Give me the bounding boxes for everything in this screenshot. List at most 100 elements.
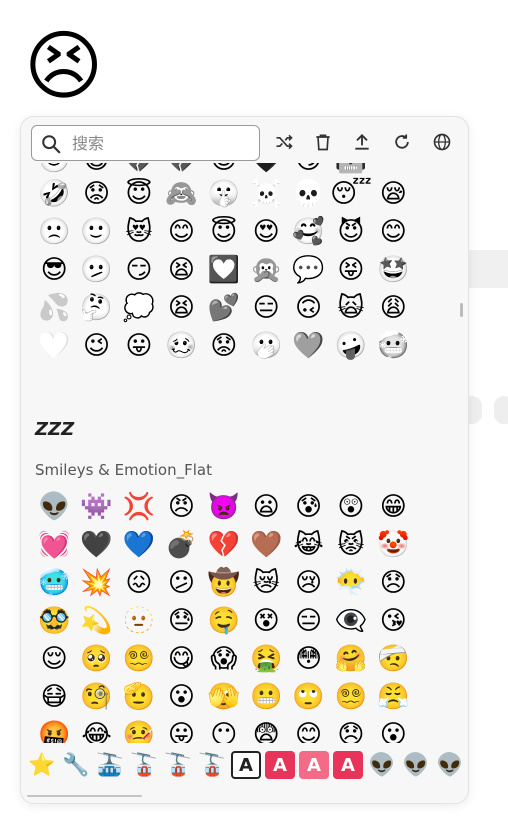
category-tab[interactable]: 🔧 — [59, 748, 93, 782]
emoji-cell[interactable]: 👽 — [33, 488, 75, 526]
emoji-cell[interactable]: 🙈 — [160, 175, 202, 213]
category-scrollbar[interactable] — [27, 795, 142, 797]
emoji-cell[interactable]: 😻 — [118, 213, 160, 251]
emoji-cell[interactable]: 😳 — [287, 640, 329, 678]
emoji-cell[interactable]: 😵‍💫 — [330, 678, 372, 716]
emoji-cell[interactable]: 🙀 — [330, 289, 372, 327]
emoji-cell[interactable]: 🙁 — [33, 213, 75, 251]
emoji-cell[interactable]: 🫣 — [203, 678, 245, 716]
emoji-cell[interactable]: 🫡 — [118, 678, 160, 716]
emoji-cell[interactable]: 😱 — [203, 640, 245, 678]
category-tab[interactable]: A — [333, 751, 363, 779]
category-tab[interactable]: 🚡 — [127, 748, 161, 782]
emoji-cell[interactable]: 👁️‍🗨️ — [330, 602, 372, 640]
emoji-cell[interactable]: 🤗 — [330, 640, 372, 678]
emoji-scroll-area[interactable]: 🙂😺💔💔😊🖤😏🤖 🤣😟😇🙈🤫☠️💀😴😪🙁🙂😻😊😇😍🥰😈😊😎🫤😏😫💟🙊💬😝🤩💦🤔💭… — [21, 163, 468, 743]
emoji-cell[interactable]: 🫤 — [75, 251, 117, 289]
emoji-cell[interactable]: 😮 — [372, 716, 414, 743]
emoji-cell[interactable]: 😷 — [33, 678, 75, 716]
emoji-cell[interactable]: 🩶 — [287, 327, 329, 365]
emoji-cell[interactable]: 😎 — [33, 251, 75, 289]
emoji-cell[interactable]: 💓 — [33, 526, 75, 564]
emoji-cell[interactable]: 🫥 — [118, 602, 160, 640]
emoji-cell[interactable]: 😕 — [160, 564, 202, 602]
emoji-zzz[interactable]: ZZZ — [35, 419, 74, 440]
emoji-cell[interactable]: 🤮 — [245, 640, 287, 678]
emoji-cell[interactable]: 😘 — [372, 602, 414, 640]
emoji-cell[interactable]: 💀 — [287, 175, 329, 213]
emoji-cell[interactable]: 😖 — [118, 564, 160, 602]
emoji-cell[interactable]: 😫 — [160, 289, 202, 327]
emoji-cell[interactable]: 😠 — [160, 488, 202, 526]
emoji-cell[interactable]: 🤪 — [330, 327, 372, 365]
emoji-cell[interactable]: 😴 — [330, 175, 372, 213]
emoji-cell[interactable]: 🤍 — [33, 327, 75, 365]
search-box[interactable] — [31, 125, 260, 161]
emoji-cell[interactable]: 💣 — [160, 526, 202, 564]
emoji-cell[interactable]: 🥸 — [33, 602, 75, 640]
emoji-cell[interactable]: 😏 — [118, 251, 160, 289]
search-input[interactable] — [72, 130, 252, 156]
emoji-cell[interactable]: 😈 — [330, 213, 372, 251]
emoji-cell[interactable]: 😶 — [203, 716, 245, 743]
category-tab[interactable]: 👽 — [399, 748, 433, 782]
emoji-cell[interactable]: 💢 — [118, 488, 160, 526]
emoji-cell[interactable]: 😊 — [372, 213, 414, 251]
emoji-cell[interactable]: 💦 — [33, 289, 75, 327]
emoji-cell[interactable]: 😶‍🌫️ — [330, 564, 372, 602]
emoji-cell[interactable]: 🤕 — [372, 640, 414, 678]
emoji-cell[interactable]: 🤣 — [33, 175, 75, 213]
emoji-cell[interactable]: 😛 — [160, 716, 202, 743]
emoji-cell[interactable]: 🫢 — [245, 327, 287, 365]
emoji-cell[interactable]: 😇 — [203, 213, 245, 251]
emoji-cell[interactable]: 😾 — [330, 526, 372, 564]
emoji-cell[interactable]: 🤬 — [33, 716, 75, 743]
emoji-cell[interactable]: 😍 — [245, 213, 287, 251]
emoji-cell[interactable]: 😤 — [372, 678, 414, 716]
emoji-cell[interactable]: 😇 — [118, 175, 160, 213]
emoji-cell[interactable]: 😞 — [330, 716, 372, 743]
emoji-cell[interactable]: 😟 — [203, 327, 245, 365]
emoji-cell[interactable]: 😦 — [245, 488, 287, 526]
emoji-cell[interactable]: 💙 — [118, 526, 160, 564]
emoji-cell[interactable]: 🖤 — [75, 526, 117, 564]
language-button[interactable] — [427, 127, 457, 157]
category-tab[interactable]: A — [231, 751, 261, 779]
category-tab[interactable]: A — [265, 751, 295, 779]
shuffle-button[interactable] — [269, 127, 299, 157]
emoji-cell[interactable]: 💬 — [287, 251, 329, 289]
emoji-cell[interactable]: 😹 — [287, 526, 329, 564]
category-tab[interactable]: A — [299, 751, 329, 779]
emoji-cell[interactable]: 😮 — [160, 678, 202, 716]
emoji-cell[interactable]: 😲 — [330, 488, 372, 526]
category-tab[interactable]: 🚡 — [195, 748, 229, 782]
emoji-cell[interactable]: 🤫 — [203, 175, 245, 213]
emoji-cell[interactable]: 😂 — [75, 716, 117, 743]
emoji-cell[interactable]: 🥶 — [372, 327, 414, 365]
emoji-cell[interactable]: 🙃 — [287, 289, 329, 327]
emoji-cell[interactable]: 🤡 — [372, 526, 414, 564]
emoji-cell[interactable]: 😢 — [287, 564, 329, 602]
emoji-cell[interactable]: 😛 — [118, 327, 160, 365]
emoji-cell[interactable]: 😁 — [372, 488, 414, 526]
emoji-cell[interactable]: 😌 — [33, 640, 75, 678]
emoji-cell[interactable]: 😵‍💫 — [118, 640, 160, 678]
emoji-cell[interactable]: 😩 — [372, 289, 414, 327]
delete-button[interactable] — [308, 127, 338, 157]
emoji-cell[interactable]: 😉 — [75, 327, 117, 365]
emoji-cell[interactable]: 😝 — [330, 251, 372, 289]
emoji-cell[interactable]: 🤩 — [372, 251, 414, 289]
emoji-cell[interactable]: 😟 — [75, 175, 117, 213]
emoji-cell[interactable]: 🤒 — [118, 716, 160, 743]
category-tab[interactable]: 👽 — [433, 748, 467, 782]
emoji-cell[interactable]: 💭 — [118, 289, 160, 327]
emoji-cell[interactable]: 🙄 — [287, 678, 329, 716]
category-tab[interactable]: ⭐ — [25, 748, 59, 782]
category-tab[interactable]: 🚠 — [93, 748, 127, 782]
emoji-cell[interactable]: 😊 — [287, 716, 329, 743]
emoji-cell[interactable]: 🙊 — [245, 251, 287, 289]
emoji-cell[interactable]: 😊 — [160, 213, 202, 251]
emoji-cell[interactable]: 🤤 — [203, 602, 245, 640]
emoji-cell[interactable]: 🤎 — [245, 526, 287, 564]
emoji-cell[interactable]: 💥 — [75, 564, 117, 602]
